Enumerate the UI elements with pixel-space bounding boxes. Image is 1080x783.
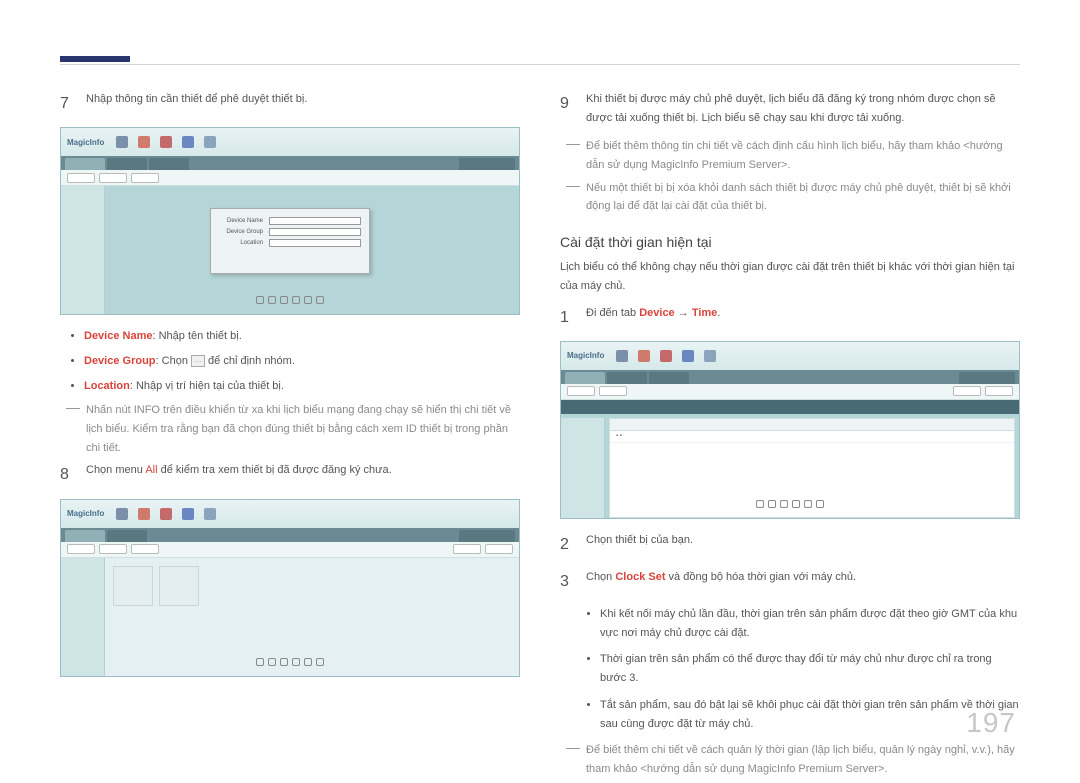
ss-toolbar-button	[67, 173, 95, 183]
step-text: Khi thiết bị được máy chủ phê duyệt, lịc…	[586, 90, 1020, 127]
two-column-layout: 7 Nhập thông tin cần thiết để phê duyệt …	[60, 90, 1020, 783]
dlg-input	[269, 228, 361, 236]
step-text: Nhập thông tin cần thiết để phê duyệt th…	[86, 90, 520, 109]
text: : Chọn	[156, 355, 191, 367]
screenshot-all-menu: MagicInfo	[60, 499, 520, 677]
step-text: Chọn menu All để kiểm tra xem thiết bị đ…	[86, 461, 520, 480]
device-label: Device	[639, 307, 674, 319]
ss-tab	[65, 158, 105, 170]
top-icon	[116, 136, 128, 148]
top-icon	[204, 136, 216, 148]
dlg-input	[269, 239, 361, 247]
note-time-management: Để biết thêm chi tiết về cách quản lý th…	[566, 741, 1020, 778]
ss-logo: MagicInfo	[67, 509, 104, 518]
label: Location	[84, 380, 130, 392]
step-1: 1 Đi đến tab Device → Time.	[560, 304, 1020, 331]
screenshot-device-time: MagicInfo ▪ ▪	[560, 341, 1020, 519]
dlg-label: Device Name	[219, 218, 263, 224]
section-intro: Lịch biểu có thể không chạy nếu thời gia…	[560, 258, 1020, 295]
step-number: 7	[60, 90, 74, 117]
t: và đồng bộ hóa thời gian với máy chủ.	[666, 571, 857, 583]
ss-tab	[459, 158, 515, 170]
bullet-device-name: Device Name: Nhập tên thiết bị.	[84, 327, 520, 346]
text: : Nhập vị trí hiện tại của thiết bị.	[130, 380, 284, 392]
field-description-list: Device Name: Nhập tên thiết bị. Device G…	[84, 327, 520, 395]
label: Device Name	[84, 330, 153, 342]
ss-logo: MagicInfo	[67, 138, 104, 147]
step-text: Đi đến tab Device → Time.	[586, 304, 1020, 323]
clock-set-label: Clock Set	[615, 571, 665, 583]
ss-tab	[107, 158, 147, 170]
sub-bullet: Thời gian trên sản phẩm có thể được thay…	[600, 650, 1020, 687]
sub-bullet: Khi kết nối máy chủ lần đầu, thời gian t…	[600, 605, 1020, 642]
step-7: 7 Nhập thông tin cần thiết để phê duyệt …	[60, 90, 520, 117]
left-column: 7 Nhập thông tin cần thiết để phê duyệt …	[60, 90, 520, 783]
top-icon	[160, 136, 172, 148]
bullet-location: Location: Nhập vị trí hiện tại của thiết…	[84, 377, 520, 396]
t: Để biết thêm thông tin chi tiết về cách …	[586, 137, 1020, 174]
ss-toolbar-button	[99, 173, 127, 183]
arrow: →	[675, 307, 692, 319]
t: Để biết thêm chi tiết về cách quản lý th…	[586, 741, 1020, 778]
bullet-device-group: Device Group: Chọn … để chỉ định nhóm.	[84, 352, 520, 371]
top-icon	[182, 136, 194, 148]
step-number: 3	[560, 568, 574, 595]
note-schedule-guide: Để biết thêm thông tin chi tiết về cách …	[566, 137, 1020, 174]
right-column: 9 Khi thiết bị được máy chủ phê duyệt, l…	[560, 90, 1020, 783]
dlg-label: Device Group	[219, 229, 263, 235]
t: Nếu một thiết bị bị xóa khỏi danh sách t…	[586, 179, 1020, 216]
time-notes-list: Khi kết nối máy chủ lần đầu, thời gian t…	[600, 605, 1020, 733]
group-select-icon: …	[191, 355, 205, 367]
ss-logo: MagicInfo	[567, 351, 604, 360]
step-number: 9	[560, 90, 574, 117]
step-number: 2	[560, 531, 574, 558]
step-number: 8	[60, 461, 74, 488]
t: .	[717, 307, 720, 319]
note-text: Nhấn nút INFO trên điều khiển từ xa khi …	[86, 401, 520, 457]
step-text: Chọn Clock Set và đồng bộ hóa thời gian …	[586, 568, 1020, 587]
dash-icon	[66, 408, 80, 409]
dlg-label: Location	[219, 240, 263, 246]
device-tile	[113, 566, 153, 606]
ss-approval-dialog: Device Name Device Group Location	[210, 208, 370, 274]
info-note: Nhấn nút INFO trên điều khiển từ xa khi …	[66, 401, 520, 457]
page-number: 197	[966, 707, 1016, 739]
time-label: Time	[692, 307, 717, 319]
t: Chọn	[586, 571, 615, 583]
t: Chọn menu	[86, 464, 145, 476]
step-number: 1	[560, 304, 574, 331]
screenshot-approval-dialog: MagicInfo	[60, 127, 520, 315]
t: để kiểm tra xem thiết bị đã được đăng ký…	[161, 464, 392, 476]
sub-bullet: Tắt sản phẩm, sau đó bật lại sẽ khôi phụ…	[600, 696, 1020, 733]
ss-tab	[149, 158, 189, 170]
step-9: 9 Khi thiết bị được máy chủ phê duyệt, l…	[560, 90, 1020, 127]
t: Đi đến tab	[586, 307, 639, 319]
device-tile	[159, 566, 199, 606]
step-3: 3 Chọn Clock Set và đồng bộ hóa thời gia…	[560, 568, 1020, 595]
label: Device Group	[84, 355, 156, 367]
dlg-input	[269, 217, 361, 225]
text: : Nhập tên thiết bị.	[153, 330, 242, 342]
ss-toolbar-button	[131, 173, 159, 183]
header-rule	[60, 64, 1020, 65]
text: để chỉ định nhóm.	[205, 355, 295, 367]
step-8: 8 Chọn menu All để kiểm tra xem thiết bị…	[60, 461, 520, 488]
note-device-removed: Nếu một thiết bị bị xóa khỏi danh sách t…	[566, 179, 1020, 216]
section-title: Cài đặt thời gian hiện tại	[560, 234, 1020, 250]
header-accent	[60, 56, 130, 62]
step-2: 2 Chọn thiết bị của bạn.	[560, 531, 1020, 558]
top-icon	[138, 136, 150, 148]
all-keyword: All	[145, 464, 157, 476]
step-text: Chọn thiết bị của bạn.	[586, 531, 1020, 550]
